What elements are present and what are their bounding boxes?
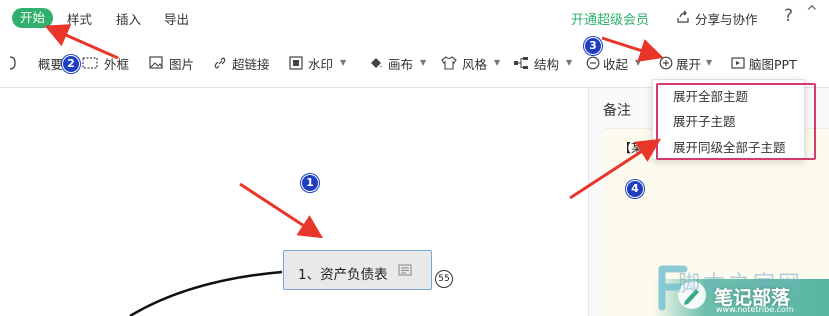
arrow-2	[44, 24, 119, 60]
annotation-badge-4: 4	[626, 180, 644, 198]
annotation-badge-1: 1	[301, 174, 319, 192]
arrow-1	[239, 182, 324, 239]
annotation-arrows	[44, 24, 664, 239]
annotation-badge-3: 3	[584, 37, 602, 55]
arrow-3	[601, 36, 664, 62]
annotation-badge-2: 2	[62, 55, 80, 73]
